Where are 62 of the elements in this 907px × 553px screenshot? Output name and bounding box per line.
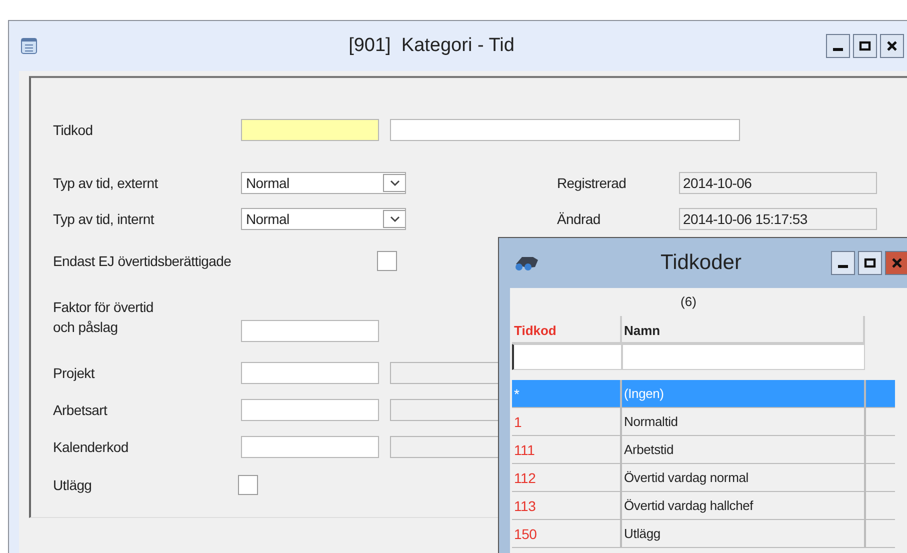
input-field[interactable] <box>241 436 379 458</box>
readonly-field: 2014-10-06 15:17:53 <box>679 208 877 230</box>
field-label: Arbetsart <box>53 402 108 418</box>
maximize-button[interactable] <box>858 251 882 275</box>
table-row[interactable]: 112 Övertid vardag normal <box>512 464 895 492</box>
maximize-icon <box>864 257 876 269</box>
table-cell: * <box>512 380 622 407</box>
caret-icon <box>390 179 400 187</box>
field-label: Typ av tid, internt <box>53 211 156 227</box>
field-label: Projekt <box>53 365 96 381</box>
column-header[interactable]: Tidkod <box>512 316 622 342</box>
filter-field[interactable] <box>622 344 865 370</box>
readonly-field: 2014-10-06 <box>679 172 877 194</box>
table-cell: Övertid vardag hallchef <box>622 492 866 519</box>
checkbox[interactable] <box>238 475 258 495</box>
close-icon <box>891 257 903 269</box>
close-icon <box>886 40 898 52</box>
table-cell: 113 <box>512 492 622 519</box>
filter-field[interactable] <box>512 344 622 370</box>
table-cell: Övertid vardag normal <box>622 464 866 491</box>
input-field[interactable] <box>241 399 379 421</box>
record-count: (6) <box>680 294 696 309</box>
window-menu-icon[interactable] <box>21 38 37 54</box>
input-field[interactable] <box>241 320 379 342</box>
table-cell: Arbetstid <box>622 436 866 463</box>
maximize-button[interactable] <box>853 34 877 58</box>
table-cell: 1 <box>512 408 622 435</box>
table-cell: 111 <box>512 436 622 463</box>
field-label: Typ av tid, externt <box>53 175 159 191</box>
minimize-icon <box>838 264 848 268</box>
dropdown[interactable]: Normal <box>241 208 406 230</box>
table-cell: 150 <box>512 520 622 547</box>
binoculars-icon[interactable] <box>513 255 541 271</box>
field-label: Registrerad <box>557 175 628 191</box>
close-button[interactable] <box>880 34 904 58</box>
minimize-icon <box>833 48 843 50</box>
window-title: [901] Kategori - Tid <box>348 35 516 57</box>
table-row[interactable]: 113 Övertid vardag hallchef <box>512 492 895 520</box>
table-row[interactable]: 150 Utlägg <box>512 520 895 548</box>
table-cell: 112 <box>512 464 622 491</box>
field-label: Tidkod <box>53 122 94 138</box>
field-label: Faktor för övertid och påslag <box>53 298 154 337</box>
table-cell: Utlägg <box>622 520 866 547</box>
minimize-button[interactable] <box>826 34 850 58</box>
checkbox-label: Endast EJ övertidsberättigade <box>53 253 232 269</box>
table-row[interactable]: 1 Normaltid <box>512 408 895 436</box>
minimize-button[interactable] <box>831 251 855 275</box>
table-row[interactable]: 111 Arbetstid <box>512 436 895 464</box>
checkbox-label: Utlägg <box>53 477 93 493</box>
table-cell: (Ingen) <box>622 380 866 407</box>
popup-title: Tidkoder <box>660 251 742 275</box>
column-header[interactable]: Namn <box>622 316 865 342</box>
input-field[interactable] <box>241 362 379 384</box>
input-field[interactable] <box>390 119 740 141</box>
field-label: Ändrad <box>557 211 602 227</box>
maximize-icon <box>859 40 871 52</box>
dropdown[interactable]: Normal <box>241 172 406 194</box>
input-field[interactable] <box>241 119 379 141</box>
caret-icon <box>390 215 400 223</box>
field-label: Kalenderkod <box>53 439 130 455</box>
checkbox[interactable] <box>377 251 398 271</box>
table-cell: Normaltid <box>622 408 866 435</box>
